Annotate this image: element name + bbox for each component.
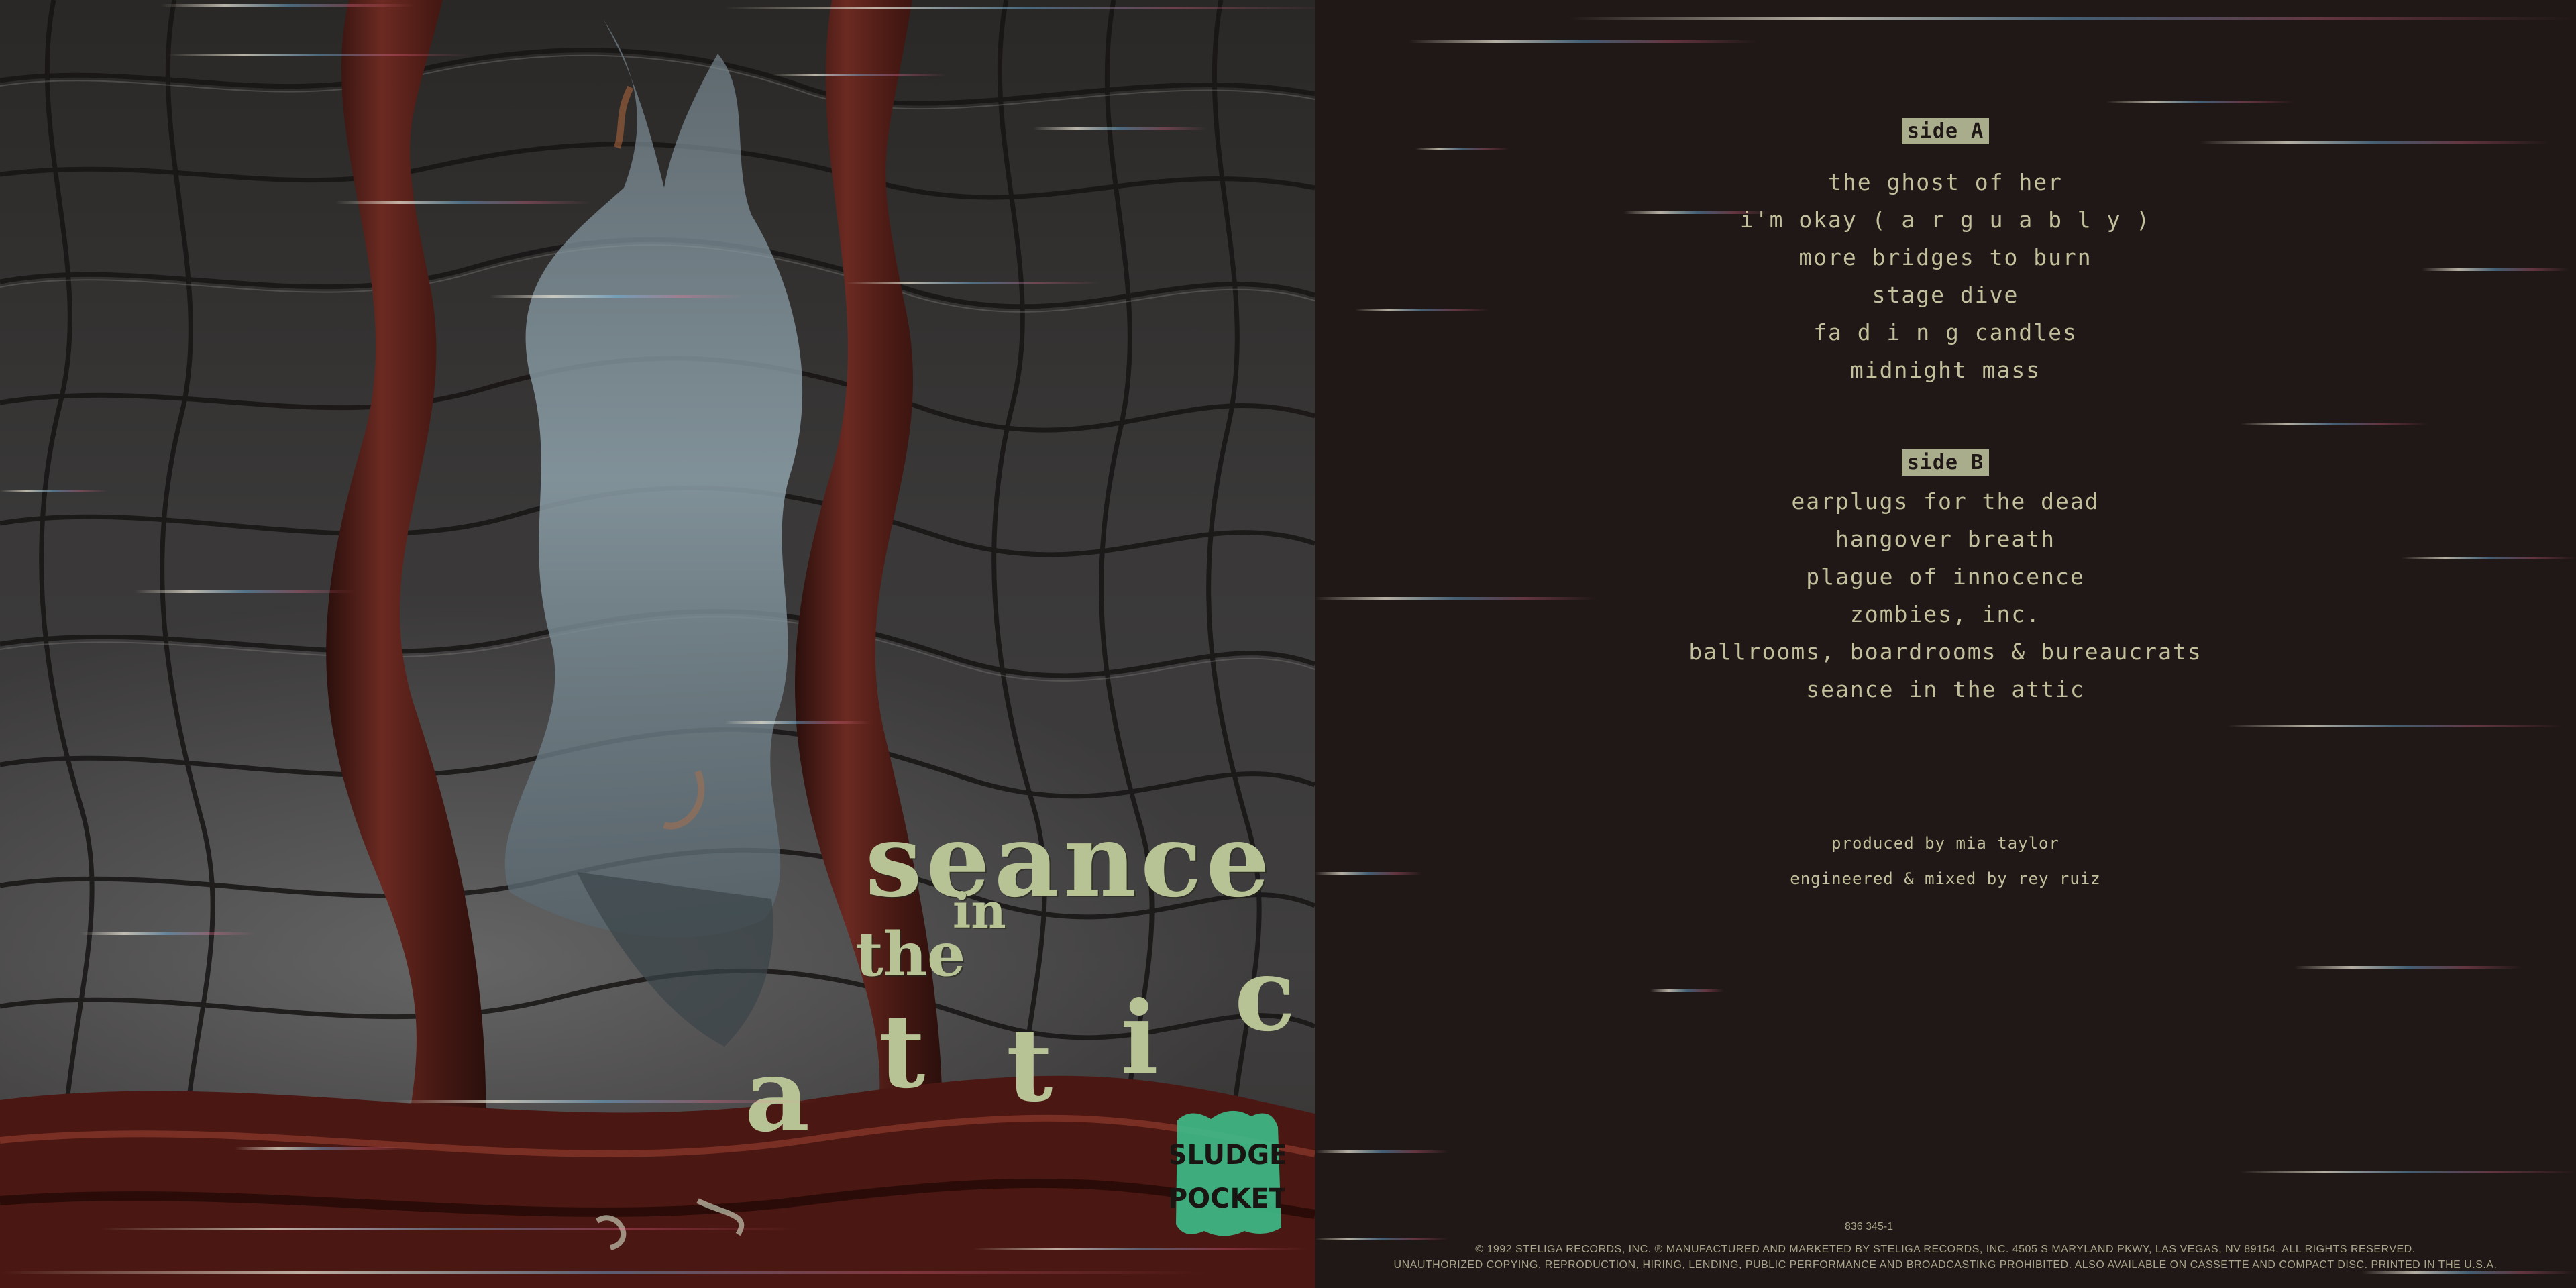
glitch-line [771,74,946,76]
glitch-line [0,1271,1208,1274]
glitch-line [2227,724,2563,727]
side-b-label: side B [1315,449,2576,476]
album-front-cover: seance in the a t t i c SLUDGE POCKET [0,0,1315,1288]
glitch-line [101,1228,798,1230]
catalog-number: 836 345-1 [1845,1221,1894,1232]
engineer-credit: engineered & mixed by rey ruiz [1790,869,2101,888]
glitch-line [1570,17,2576,20]
track-item: plague of innocence [1806,564,2085,590]
glitch-line [2106,101,2294,103]
producer-credit: produced by mia taylor [1831,834,2059,853]
track-item: midnight mass [1849,357,2041,383]
glitch-line [1650,989,1724,992]
sludge-pocket-logo: SLUDGE POCKET [1171,1110,1285,1236]
glitch-line [389,1100,818,1103]
track-item: ballrooms, boardrooms & bureaucrats [1688,639,2202,665]
track-item: stage dive [1872,282,2019,308]
cover-title-attic-letter: t [1006,1006,1053,1124]
track-item: zombies, inc. [1849,601,2041,627]
album-back-cover: side A the ghost of her i'm okay ( a r g… [1315,0,2576,1288]
glitch-line [1033,127,1208,130]
glitch-line [0,490,107,492]
side-b-label-text: side B [1901,449,1990,476]
side-a-tracklist: the ghost of her i'm okay ( a r g u a b … [1315,164,2576,389]
glitch-line [2361,1271,2576,1274]
glitch-line [335,201,590,204]
cover-artwork [0,0,1315,1288]
cover-title-the: the [855,919,966,990]
glitch-line [80,932,255,935]
glitch-line [490,295,745,298]
track-item: hangover breath [1835,526,2055,552]
track-item: seance in the attic [1806,676,2085,702]
track-item: the ghost of her [1828,169,2063,195]
glitch-line [845,282,1100,284]
glitch-line [2241,423,2428,425]
track-item: more bridges to burn [1799,244,2092,270]
cover-title-attic-letter: i [1120,979,1159,1097]
glitch-line [973,1248,1308,1250]
copyright-line: © 1992 STELIGA RECORDS, INC. ℗ MANUFACTU… [1475,1244,2416,1255]
glitch-line [1315,1238,1449,1240]
glitch-line [1415,148,1509,150]
glitch-line [168,54,470,56]
glitch-line [2294,966,2522,969]
track-item: fa d i n g candles [1813,319,2078,345]
cover-title-attic-letter: t [879,993,926,1111]
cover-title-attic-letter: c [1234,936,1296,1054]
glitch-line [161,4,416,7]
side-a-label: side A [1315,118,2576,144]
side-b-tracklist: earplugs for the dead hangover breath pl… [1315,483,2576,708]
glitch-line [724,7,1315,9]
glitch-line [134,590,356,593]
track-item: earplugs for the dead [1791,488,2100,515]
svg-text:SLUDGE: SLUDGE [1171,1140,1285,1171]
glitch-line [235,1147,409,1150]
legal-line: UNAUTHORIZED COPYING, REPRODUCTION, HIRI… [1393,1259,2498,1271]
svg-text:POCKET: POCKET [1171,1183,1285,1214]
glitch-line [2241,1171,2576,1173]
glitch-line [724,721,872,724]
track-item: i'm okay ( a r g u a b l y ) [1739,207,2151,233]
glitch-line [1409,40,1758,43]
cover-title-seance: seance [865,802,1274,920]
cover-title-attic-letter: a [745,1036,810,1155]
glitch-line [1315,1150,1449,1153]
side-a-label-text: side A [1901,118,1990,144]
